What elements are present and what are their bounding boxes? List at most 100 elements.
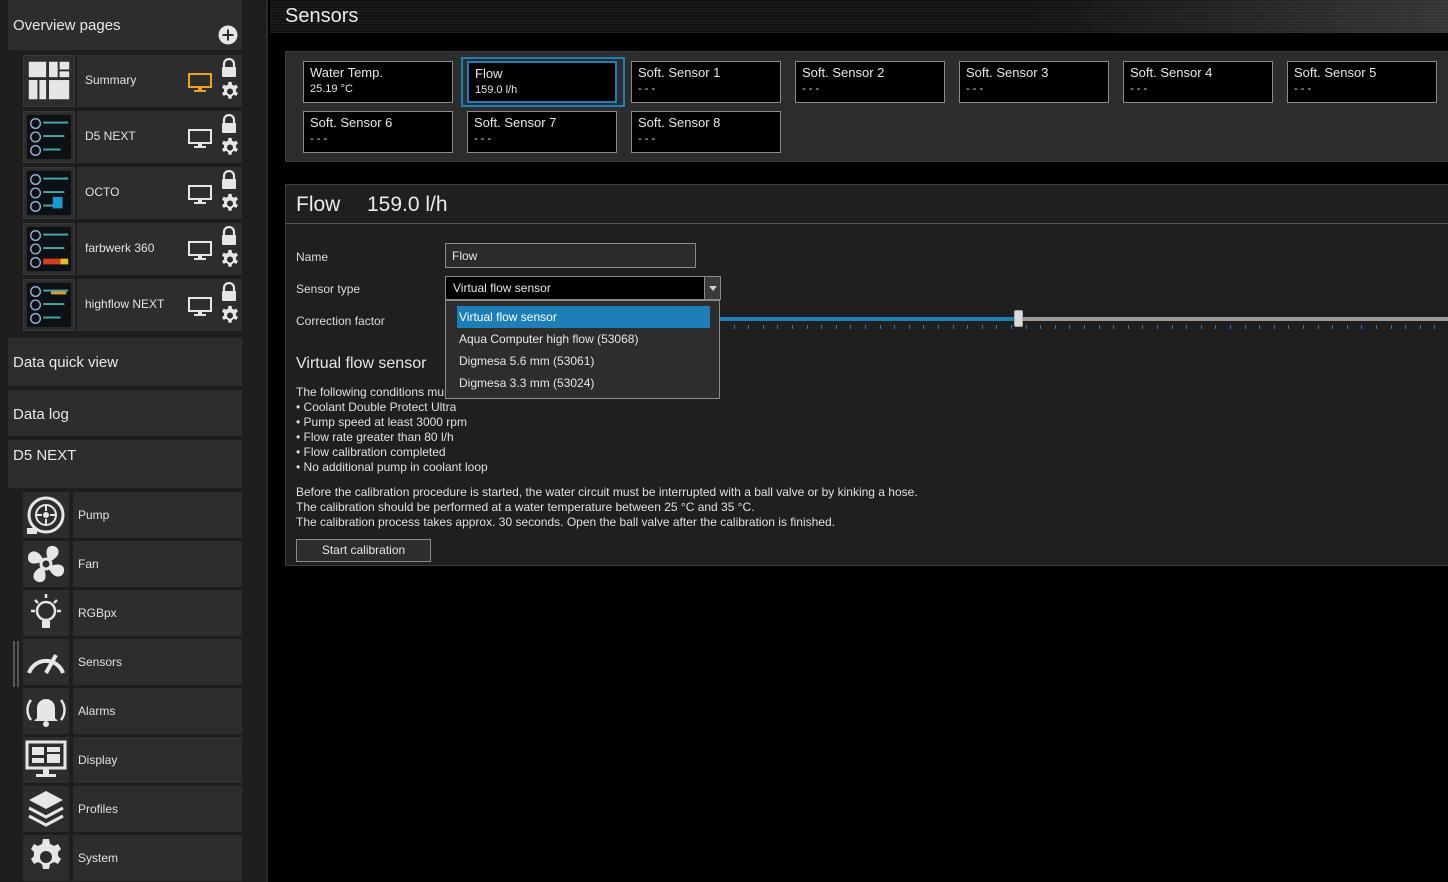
condition-item: • Pump speed at least 3000 rpm (296, 415, 467, 429)
start-calibration-button[interactable]: Start calibration (296, 539, 431, 562)
data-log-header[interactable]: Data log (8, 390, 242, 436)
sensor-tile-name: Soft. Sensor 2 (802, 65, 885, 80)
dropdown-option[interactable]: Aqua Computer high flow (53068) (457, 328, 710, 350)
sensor-tile[interactable]: Soft. Sensor 1 - - - (631, 61, 781, 103)
sensor-tile-value: - - - (638, 133, 656, 145)
overview-page-label: OCTO (85, 185, 120, 199)
condition-item: • No additional pump in coolant loop (296, 460, 488, 474)
gear-icon[interactable] (219, 137, 241, 159)
page-thumbnail[interactable] (23, 111, 75, 163)
gear-icon (23, 835, 69, 881)
device-menu-item-display[interactable]: Display (23, 737, 242, 783)
sensor-tile-value: - - - (1130, 83, 1148, 95)
sensor-type-dropdown-list: Virtual flow sensor Aqua Computer high fl… (445, 300, 720, 399)
device-menu-item-pump[interactable]: Pump (23, 492, 242, 538)
overview-page-label: highflow NEXT (85, 297, 165, 311)
gear-icon[interactable] (219, 193, 241, 215)
sensor-tile[interactable]: Soft. Sensor 4 - - - (1123, 61, 1273, 103)
gear-icon[interactable] (219, 81, 241, 103)
sensor-tile[interactable]: Soft. Sensor 7 - - - (467, 111, 617, 153)
bell-icon (23, 688, 69, 734)
sensor-type-select[interactable]: Virtual flow sensor (445, 276, 721, 300)
overview-page-item[interactable]: farbwerk 360 (23, 223, 242, 275)
pump-icon (23, 492, 69, 538)
bulb-icon (23, 590, 69, 636)
sensor-tile[interactable]: Soft. Sensor 3 - - - (959, 61, 1109, 103)
lock-icon[interactable] (220, 113, 238, 134)
page-thumbnail[interactable] (23, 223, 75, 275)
lock-icon[interactable] (220, 57, 238, 78)
monitor-icon[interactable] (188, 241, 214, 260)
sensor-tile-name: Soft. Sensor 7 (474, 115, 557, 130)
sensor-tile[interactable]: Soft. Sensor 6 - - - (303, 111, 453, 153)
page-header: Sensors (270, 0, 1448, 33)
overview-page-item[interactable]: Summary (23, 55, 242, 107)
detail-header: Flow 159.0 l/h (286, 185, 1448, 224)
layers-icon (23, 786, 69, 832)
overview-page-item[interactable]: OCTO (23, 167, 242, 219)
condition-item: • Flow calibration completed (296, 445, 446, 459)
sensor-tile-name: Soft. Sensor 1 (638, 65, 721, 80)
overview-page-item[interactable]: highflow NEXT (23, 279, 242, 331)
device-menu-label: Sensors (78, 655, 123, 669)
conditions-intro: The following conditions mu (296, 385, 445, 399)
sensor-tile[interactable]: Soft. Sensor 2 - - - (795, 61, 945, 103)
monitor-icon[interactable] (188, 73, 214, 92)
section-title: Virtual flow sensor (296, 355, 427, 372)
data-quick-view-label: Data quick view (13, 354, 119, 371)
device-menu-item-fan[interactable]: Fan (23, 541, 242, 587)
gauge-icon (23, 639, 69, 685)
gear-icon[interactable] (219, 305, 241, 327)
overview-page-item[interactable]: D5 NEXT (23, 111, 242, 163)
gear-icon[interactable] (219, 249, 241, 271)
display-icon (23, 737, 69, 783)
data-quick-view-header[interactable]: Data quick view (8, 338, 242, 386)
name-input[interactable] (445, 243, 696, 268)
slider-fill (719, 317, 1019, 321)
dropdown-option[interactable]: Digmesa 3.3 mm (53024) (457, 372, 710, 394)
monitor-icon[interactable] (188, 185, 214, 204)
sensor-tile-name: Soft. Sensor 6 (310, 115, 393, 130)
detail-sensor-name: Flow (296, 193, 341, 216)
dropdown-option[interactable]: Virtual flow sensor (457, 306, 710, 328)
drag-handle-icon[interactable] (12, 641, 20, 687)
overview-page-label: D5 NEXT (85, 129, 136, 143)
lock-icon[interactable] (220, 225, 238, 246)
dropdown-option[interactable]: Digmesa 5.6 mm (53061) (457, 350, 710, 372)
device-menu-label: Fan (78, 557, 99, 571)
app-window: Overview pages Summary D5 NEXT OCTO farbwer… (0, 0, 1448, 882)
overview-pages-header: Overview pages (8, 0, 242, 50)
sensor-tile-value: 25.19 °C (310, 83, 353, 95)
monitor-icon[interactable] (188, 129, 214, 148)
page-thumbnail[interactable] (23, 55, 75, 107)
lock-icon[interactable] (220, 281, 238, 302)
correction-factor-slider[interactable] (719, 310, 1448, 327)
device-menu-item-rgbpx[interactable]: RGBpx (23, 590, 242, 636)
device-menu-label: Pump (78, 508, 110, 522)
sensor-tile[interactable]: Soft. Sensor 8 - - - (631, 111, 781, 153)
add-page-icon[interactable] (218, 25, 238, 45)
device-menu-item-profiles[interactable]: Profiles (23, 786, 242, 832)
device-menu-item-sensors[interactable]: Sensors (23, 639, 242, 685)
condition-item: • Flow rate greater than 80 l/h (296, 430, 454, 444)
device-menu-item-system[interactable]: System (23, 835, 242, 881)
page-thumbnail[interactable] (23, 167, 75, 219)
monitor-icon[interactable] (188, 297, 214, 316)
sensor-tile[interactable]: Water Temp. 25.19 °C (303, 61, 453, 103)
device-header[interactable]: D5 NEXT (8, 440, 242, 488)
sensor-tile-value: - - - (802, 83, 820, 95)
dropdown-arrow-icon[interactable] (704, 277, 720, 299)
device-menu-item-alarms[interactable]: Alarms (23, 688, 242, 734)
detail-sensor-value: 159.0 l/h (367, 193, 448, 216)
selected-tile-outline (461, 57, 625, 107)
page-title: Sensors (285, 5, 359, 27)
sensor-tile-name: Soft. Sensor 3 (966, 65, 1049, 80)
lock-icon[interactable] (220, 169, 238, 190)
sensor-tile[interactable]: Soft. Sensor 5 - - - (1287, 61, 1437, 103)
page-thumbnail[interactable] (23, 279, 75, 331)
sensor-tile-value: - - - (310, 133, 328, 145)
sensor-tile-name: Water Temp. (310, 65, 383, 80)
condition-item: • Coolant Double Protect Ultra (296, 400, 457, 414)
data-log-label: Data log (13, 406, 69, 423)
overview-pages-title: Overview pages (13, 17, 121, 34)
